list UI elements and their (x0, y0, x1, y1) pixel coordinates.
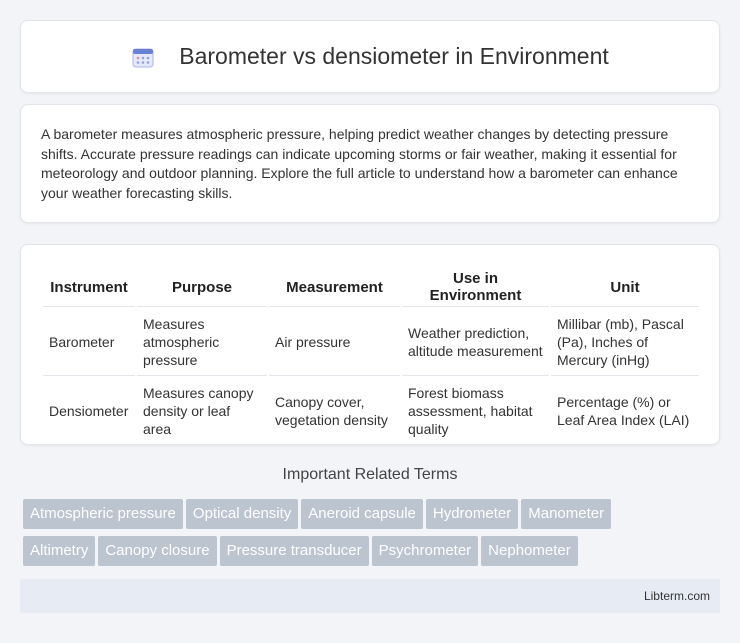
header-use: Use in Environment (402, 267, 549, 307)
table-cell: Measures canopy density or leaf area (137, 378, 267, 445)
tag-optical-density[interactable]: Optical density (185, 499, 299, 529)
table-cell: Millibar (mb), Pascal (Pa), Inches of Me… (551, 309, 699, 376)
header-purpose: Purpose (137, 267, 267, 307)
table-cell: Air pressure (269, 309, 400, 376)
intro-card: A barometer measures atmospheric pressur… (20, 104, 720, 223)
comparison-card: Instrument Purpose Measurement Use in En… (20, 244, 720, 445)
table-row: Barometer Measures atmospheric pressure … (43, 309, 699, 376)
table-cell: Forest biomass assessment, habitat quali… (402, 378, 549, 445)
tag-manometer[interactable]: Manometer (521, 499, 612, 529)
table-cell: Canopy cover, vegetation density (269, 378, 400, 445)
header-unit: Unit (551, 267, 699, 307)
footer-site-link[interactable]: Libterm.com (644, 589, 710, 603)
table-row: Densiometer Measures canopy density or l… (43, 378, 699, 445)
page-title: Barometer vs densiometer in Environment (179, 43, 609, 69)
table-cell: Densiometer (43, 378, 135, 445)
table-cell: Weather prediction, altitude measurement (402, 309, 549, 376)
related-terms-list: Atmospheric pressure Optical density Anero… (23, 499, 723, 573)
related-terms-title: Important Related Terms (282, 466, 458, 483)
comparison-table: Instrument Purpose Measurement Use in En… (41, 265, 701, 447)
tag-atmospheric-pressure[interactable]: Atmospheric pressure (23, 499, 183, 529)
tag-nephometer[interactable]: Nephometer (481, 536, 578, 566)
footer: Libterm.com (20, 579, 720, 613)
calendar-icon (131, 45, 155, 69)
table-cell: Measures atmospheric pressure (137, 309, 267, 376)
tag-aneroid-capsule[interactable]: Aneroid capsule (301, 499, 423, 529)
intro-paragraph: A barometer measures atmospheric pressur… (41, 126, 678, 201)
tag-pressure-transducer[interactable]: Pressure transducer (219, 536, 369, 566)
header-instrument: Instrument (43, 267, 135, 307)
table-cell: Barometer (43, 309, 135, 376)
title-card: Barometer vs densiometer in Environment (20, 20, 720, 93)
table-cell: Percentage (%) or Leaf Area Index (LAI) (551, 378, 699, 445)
tag-hydrometer[interactable]: Hydrometer (425, 499, 519, 529)
tag-canopy-closure[interactable]: Canopy closure (98, 536, 217, 566)
tag-psychrometer[interactable]: Psychrometer (371, 536, 479, 566)
table-header-row: Instrument Purpose Measurement Use in En… (43, 267, 699, 307)
tag-altimetry[interactable]: Altimetry (23, 536, 96, 566)
header-measurement: Measurement (269, 267, 400, 307)
